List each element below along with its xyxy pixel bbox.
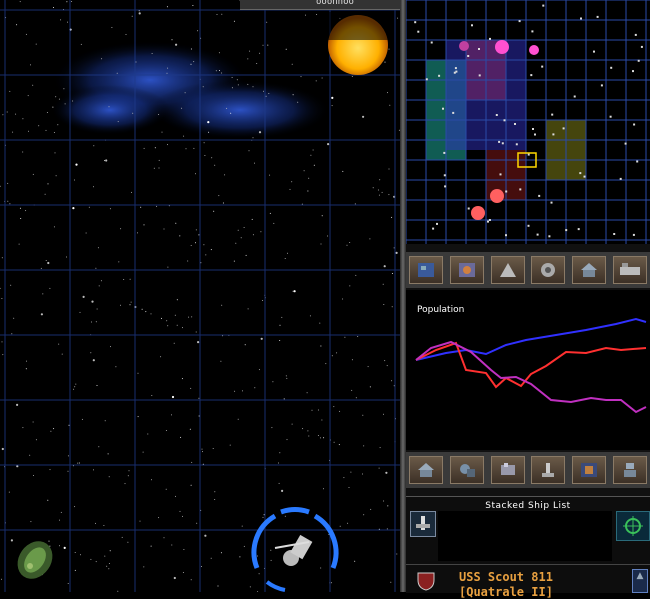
stack-title: Stacked Ship List — [485, 501, 571, 511]
ship-name: USS Scout 811 — [459, 570, 553, 584]
production-icon[interactable] — [490, 456, 525, 484]
home-icon[interactable] — [571, 256, 606, 284]
research-icon[interactable] — [531, 456, 566, 484]
side-panel: Population Stacked Ship List USS Scout 8… — [405, 0, 650, 599]
systems-icon[interactable] — [409, 256, 444, 284]
galaxy-minimap[interactable] — [405, 0, 650, 244]
map-icon[interactable] — [571, 456, 606, 484]
shield-icon — [417, 572, 435, 591]
toolbar-top — [406, 252, 650, 288]
colony-icon[interactable] — [409, 456, 444, 484]
stack-list-area[interactable] — [438, 511, 612, 561]
population-graph: Population — [406, 290, 650, 450]
planets-icon[interactable] — [449, 256, 484, 284]
stacked-ship-list: Stacked Ship List — [406, 496, 650, 565]
ship-thumbnail-icon[interactable] — [410, 511, 436, 537]
ship-info: USS Scout 811 [Quatrale II] ▲ — [406, 564, 650, 599]
fleet-target-icon[interactable] — [616, 511, 650, 541]
troops-icon[interactable] — [449, 456, 484, 484]
top-status-text: ooonnoo — [316, 0, 354, 7]
top-status-bar: ooonnoo — [240, 0, 400, 10]
fleet-icon[interactable] — [490, 256, 525, 284]
toolbar-bottom — [406, 452, 650, 488]
population-line-blue — [415, 317, 647, 361]
space-canvas — [0, 0, 402, 592]
scroll-up-button[interactable]: ▲ — [632, 569, 648, 593]
robot-icon[interactable] — [612, 456, 647, 484]
ship-location: [Quatrale II] — [459, 585, 553, 599]
space-view[interactable]: ooonnoo — [0, 0, 402, 592]
population-line-red — [415, 341, 647, 389]
tech-icon[interactable] — [531, 256, 566, 284]
options-icon[interactable] — [612, 256, 647, 284]
